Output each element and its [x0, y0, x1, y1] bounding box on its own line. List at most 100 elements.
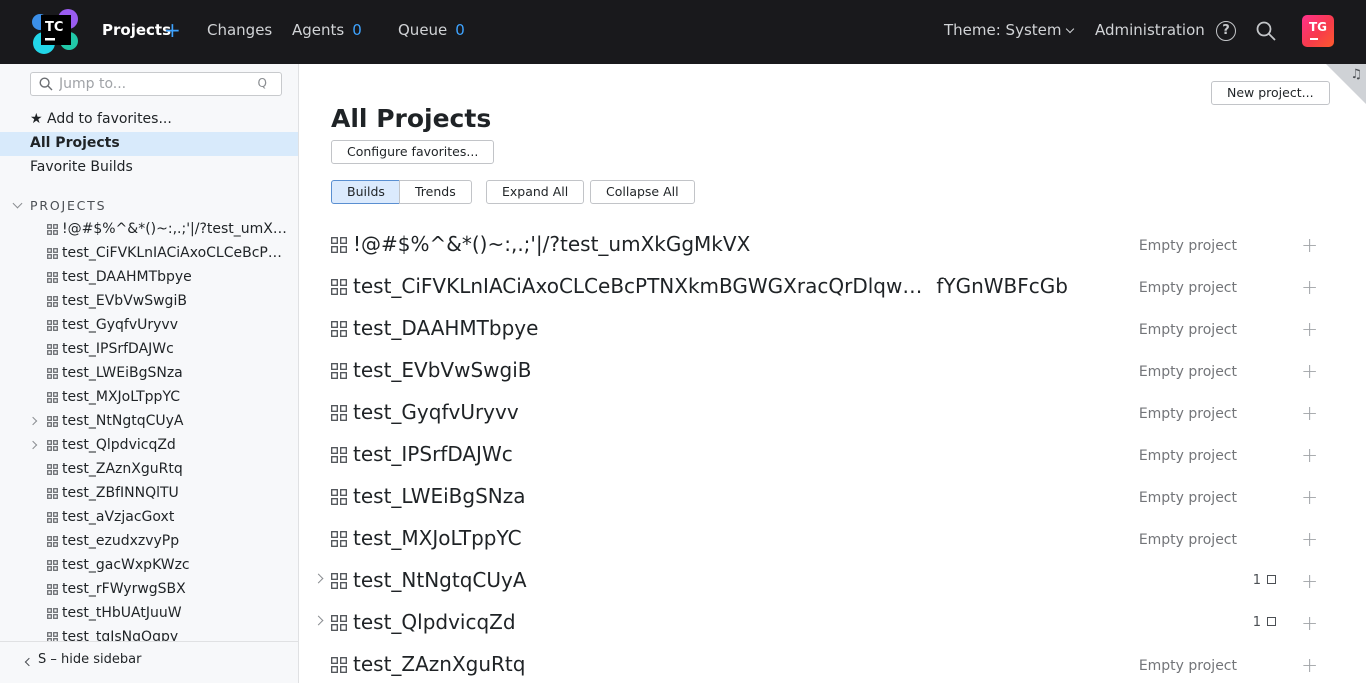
theme-selector[interactable]: Theme: System — [944, 21, 1074, 39]
agents-count-badge: 0 — [352, 21, 362, 39]
teamcity-logo[interactable]: TC — [31, 7, 79, 55]
chevron-down-icon[interactable] — [12, 198, 23, 209]
add-project-plus-icon[interactable]: + — [164, 20, 181, 40]
project-icon — [331, 363, 347, 379]
project-name: test_CiFVKLnIACiAxoCLCeBcPTNXkmBGWGXracQ… — [353, 274, 923, 298]
sidebar-project-item[interactable]: test_tqIsNqOqpy — [0, 626, 298, 641]
project-row[interactable]: test_GyqfvUryvv Empty project + — [299, 393, 1366, 435]
add-icon[interactable]: + — [1301, 569, 1318, 593]
tab-builds[interactable]: Builds — [331, 180, 401, 204]
project-name-link[interactable]: test_ZAznXguRtq — [353, 652, 525, 676]
sidebar-project-item[interactable]: test_EVbVwSwgiB — [0, 290, 298, 314]
sidebar-item-favorite-builds[interactable]: Favorite Builds — [30, 159, 133, 175]
project-name-link[interactable]: test_MXJoLTppYC — [353, 526, 522, 550]
jump-to-search[interactable]: Q — [30, 72, 282, 96]
project-icon — [47, 320, 58, 331]
project-status: Empty project — [1138, 238, 1237, 254]
sidebar-project-item[interactable]: test_tHbUAtJuuW — [0, 602, 298, 626]
chevron-right-icon[interactable] — [28, 416, 38, 426]
project-name-link[interactable]: test_LWEiBgSNza — [353, 484, 526, 508]
sidebar-project-item[interactable]: test_ezudxzvyPp — [0, 530, 298, 554]
theme-selector-label: Theme: System — [944, 21, 1062, 39]
project-name-link[interactable]: test_EVbVwSwgiB — [353, 358, 532, 382]
sidebar-project-item[interactable]: test_LWEiBgSNza — [0, 362, 298, 386]
sidebar-project-item[interactable]: test_IPSrfDAJWc — [0, 338, 298, 362]
project-row[interactable]: test_DAAHMTbpye Empty project + — [299, 309, 1366, 351]
sidebar-project-item[interactable]: test_NtNgtqCUyA — [0, 410, 298, 434]
jump-to-input[interactable] — [59, 75, 259, 93]
project-list: !@#$%^&*()~:,.;'|/?test_umXkGgMkVX Empty … — [299, 225, 1366, 687]
hide-sidebar-toggle[interactable]: S – hide sidebar — [0, 641, 298, 683]
sidebar-project-item[interactable]: test_QlpdvicqZd — [0, 434, 298, 458]
nav-projects[interactable]: Projects — [102, 21, 171, 39]
project-name-link[interactable]: test_IPSrfDAJWc — [353, 442, 513, 466]
add-icon[interactable]: + — [1301, 359, 1318, 383]
sidebar-project-label: test_DAAHMTbpye — [62, 269, 192, 285]
project-name-link[interactable]: !@#$%^&*()~:,.;'|/?test_umXkGgMkVX — [353, 232, 750, 256]
project-row[interactable]: test_ZAznXguRtq Empty project + — [299, 645, 1366, 687]
project-name: test_DAAHMTbpye — [353, 316, 539, 340]
music-note-icon[interactable]: ♫ — [1350, 67, 1362, 82]
sidebar-item-all-projects[interactable]: All Projects — [30, 135, 120, 151]
sidebar-project-item[interactable]: !@#$%^&*()~:,.;'|/?test_umXkGgMkVX — [0, 218, 298, 242]
sidebar-project-item[interactable]: test_ZBfINNQlTU — [0, 482, 298, 506]
sidebar-project-item[interactable]: test_MXJoLTppYC — [0, 386, 298, 410]
add-icon[interactable]: + — [1301, 275, 1318, 299]
configure-favorites-button[interactable]: Configure favorites... — [331, 140, 495, 164]
add-to-favorites-link[interactable]: ★ Add to favorites... — [30, 111, 172, 127]
project-name-link[interactable]: test_NtNgtqCUyA — [353, 568, 527, 592]
project-row[interactable]: test_MXJoLTppYC Empty project + — [299, 519, 1366, 561]
add-icon[interactable]: + — [1301, 485, 1318, 509]
user-avatar[interactable]: TG — [1302, 15, 1334, 47]
add-icon[interactable]: + — [1301, 317, 1318, 341]
add-icon[interactable]: + — [1301, 233, 1318, 257]
project-icon — [47, 368, 58, 379]
add-icon[interactable]: + — [1301, 611, 1318, 635]
project-row[interactable]: test_IPSrfDAJWc Empty project + — [299, 435, 1366, 477]
sidebar-project-item[interactable]: test_rFWyrwgSBX — [0, 578, 298, 602]
project-name: test_QlpdvicqZd — [353, 610, 516, 634]
projects-section-header[interactable]: PROJECTS — [30, 198, 106, 213]
project-row[interactable]: !@#$%^&*()~:,.;'|/?test_umXkGgMkVX Empty … — [299, 225, 1366, 267]
chevron-right-icon[interactable] — [28, 440, 38, 450]
sidebar-project-item[interactable]: test_GyqfvUryvv — [0, 314, 298, 338]
new-project-button[interactable]: New project... — [1211, 81, 1330, 105]
project-icon — [331, 405, 347, 421]
add-icon[interactable]: + — [1301, 401, 1318, 425]
project-row[interactable]: test_NtNgtqCUyA 1 + — [299, 561, 1366, 603]
avatar-initials: TG — [1308, 20, 1328, 34]
nav-agents[interactable]: Agents 0 — [292, 21, 362, 39]
nav-administration[interactable]: Administration — [1095, 21, 1205, 39]
project-row[interactable]: test_QlpdvicqZd 1 + — [299, 603, 1366, 645]
sidebar-project-item[interactable]: test_gacWxpKWzc — [0, 554, 298, 578]
project-name: !@#$%^&*()~:,.;'|/?test_umXkGgMkVX — [353, 232, 751, 256]
chevron-right-icon[interactable] — [313, 615, 324, 626]
help-icon[interactable]: ? — [1216, 21, 1236, 41]
project-row[interactable]: test_LWEiBgSNza Empty project + — [299, 477, 1366, 519]
tab-trends[interactable]: Trends — [399, 180, 472, 204]
project-row[interactable]: test_EVbVwSwgiB Empty project + — [299, 351, 1366, 393]
project-name: test_GyqfvUryvv — [353, 400, 519, 424]
add-icon[interactable]: + — [1301, 443, 1318, 467]
chevron-down-icon — [1065, 24, 1074, 34]
project-name-link[interactable]: test_DAAHMTbpye — [353, 316, 538, 340]
project-icon — [47, 248, 58, 259]
sidebar-project-label: test_LWEiBgSNza — [62, 365, 183, 381]
project-name-link[interactable]: test_CiFVKLnIACiAxoCLCeBcPTNXkmBGWGXracQ… — [353, 274, 1068, 298]
collapse-all-button[interactable]: Collapse All — [590, 180, 695, 204]
project-name-link[interactable]: test_QlpdvicqZd — [353, 610, 516, 634]
add-icon[interactable]: + — [1301, 653, 1318, 677]
nav-queue[interactable]: Queue 0 — [398, 21, 465, 39]
project-name-link[interactable]: test_GyqfvUryvv — [353, 400, 519, 424]
sidebar-project-item[interactable]: test_CiFVKLnIACiAxoCLCeBcPTNXkmBGWGXracQ… — [0, 242, 298, 266]
add-icon[interactable]: + — [1301, 527, 1318, 551]
project-row[interactable]: test_CiFVKLnIACiAxoCLCeBcPTNXkmBGWGXracQ… — [299, 267, 1366, 309]
project-status: Empty project — [1138, 322, 1237, 338]
search-icon[interactable] — [1256, 21, 1276, 41]
chevron-right-icon[interactable] — [313, 573, 324, 584]
nav-changes[interactable]: Changes — [207, 21, 272, 39]
sidebar-project-item[interactable]: test_DAAHMTbpye — [0, 266, 298, 290]
sidebar-project-item[interactable]: test_ZAznXguRtq — [0, 458, 298, 482]
sidebar-project-item[interactable]: test_aVzjacGoxt — [0, 506, 298, 530]
expand-all-button[interactable]: Expand All — [486, 180, 585, 204]
